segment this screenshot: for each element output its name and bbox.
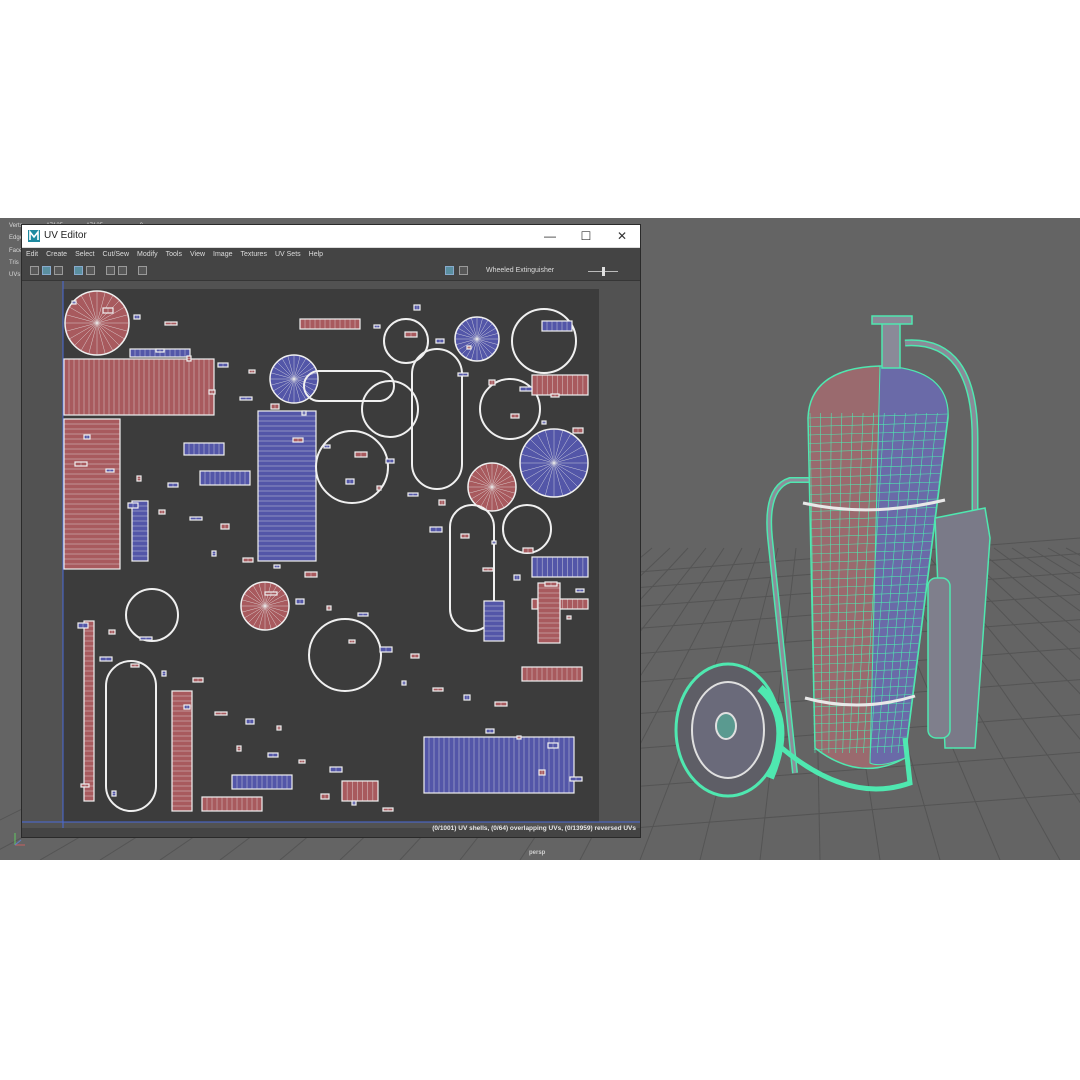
- maximize-button[interactable]: ☐: [568, 225, 604, 247]
- menu-edit[interactable]: Edit: [22, 248, 42, 262]
- exposure-slider-handle[interactable]: [602, 267, 605, 276]
- nozzle-tube: [927, 577, 951, 739]
- uv-shell: [341, 780, 379, 802]
- menu-cut-sew[interactable]: Cut/Sew: [99, 248, 133, 262]
- texture-toggle-icon[interactable]: [42, 266, 51, 275]
- uv-shell-icon[interactable]: [74, 266, 83, 275]
- uv-shells-layout: [22, 281, 640, 828]
- uv-canvas[interactable]: [22, 281, 640, 828]
- valve-handle: [871, 315, 913, 325]
- close-button[interactable]: ✕: [604, 225, 640, 247]
- snap-icon[interactable]: [118, 266, 127, 275]
- grid-toggle-icon[interactable]: [30, 266, 39, 275]
- wheel-hub: [715, 712, 737, 740]
- grid-display-icon[interactable]: [106, 266, 115, 275]
- checker-icon[interactable]: [459, 266, 468, 275]
- menu-textures[interactable]: Textures: [237, 248, 271, 262]
- uv-editor-window[interactable]: UV Editor — ☐ ✕ Edit Create Select Cut/Sew M…: [22, 225, 640, 837]
- image-display-icon[interactable]: [445, 266, 454, 275]
- minimize-button[interactable]: —: [532, 225, 568, 247]
- camera-label: persp: [529, 850, 546, 856]
- uv-shell: [531, 374, 589, 396]
- shaded-toggle-icon[interactable]: [54, 266, 63, 275]
- menu-view[interactable]: View: [186, 248, 209, 262]
- uv-shell: [531, 556, 589, 578]
- menu-modify[interactable]: Modify: [133, 248, 162, 262]
- valve: [881, 317, 901, 369]
- status-bar: (0/1001) UV shells, (0/64) overlapping U…: [22, 823, 640, 837]
- menu-uv-sets[interactable]: UV Sets: [271, 248, 305, 262]
- window-title: UV Editor: [44, 230, 87, 241]
- menu-tools[interactable]: Tools: [162, 248, 186, 262]
- menu-create[interactable]: Create: [42, 248, 71, 262]
- menu-image[interactable]: Image: [209, 248, 236, 262]
- menu-bar: Edit Create Select Cut/Sew Modify Tools View Im…: [22, 248, 640, 262]
- title-bar[interactable]: UV Editor — ☐ ✕: [22, 225, 640, 248]
- menu-help[interactable]: Help: [305, 248, 327, 262]
- uv-status-text: (0/1001) UV shells, (0/64) overlapping U…: [432, 825, 636, 832]
- uv-set-name[interactable]: Wheeled Extinguisher: [486, 267, 554, 274]
- distortion-icon[interactable]: [86, 266, 95, 275]
- snapshot-icon[interactable]: [138, 266, 147, 275]
- maya-logo-icon: [28, 230, 40, 242]
- uv-toolbar: Wheeled Extinguisher: [22, 262, 640, 281]
- menu-select[interactable]: Select: [71, 248, 98, 262]
